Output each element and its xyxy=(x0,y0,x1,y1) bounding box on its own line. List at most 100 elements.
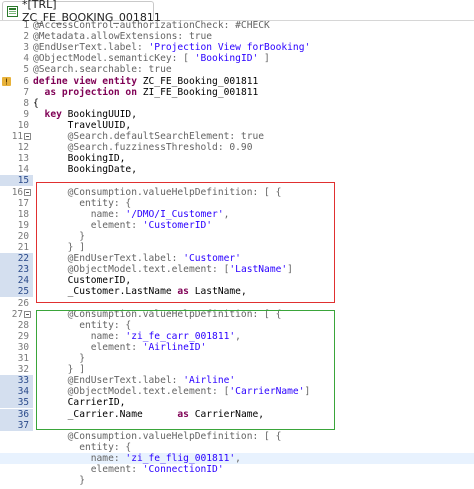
line-number: 36 xyxy=(17,408,29,420)
line-gutter: 26 xyxy=(0,298,33,309)
code-line[interactable]: @Consumption.valueHelpDefinition: [ { xyxy=(0,431,474,442)
code-text: entity: { xyxy=(33,442,131,453)
code-line[interactable]: 36 _Carrier.Name as CarrierName, xyxy=(0,408,474,420)
line-gutter: 30 xyxy=(0,342,33,353)
line-gutter: 7 xyxy=(0,87,33,98)
code-token: 'AirlineID' xyxy=(142,341,207,353)
code-line[interactable]: 33 @EndUserText.label: 'Airline' xyxy=(0,375,474,387)
code-line[interactable]: 18 name: '/DMO/I_Customer', xyxy=(0,209,474,220)
code-line[interactable]: 37 xyxy=(0,419,474,431)
line-gutter: 24 xyxy=(0,275,33,287)
line-gutter: 16 xyxy=(0,187,33,198)
code-line[interactable]: 1 @AccessControl.authorizationCheck: #CHE… xyxy=(0,20,474,31)
code-line[interactable]: 11 @Search.defaultSearchElement: true xyxy=(0,131,474,142)
code-line[interactable]: 10 TravelUUID, xyxy=(0,120,474,131)
code-line[interactable]: 13 BookingID, xyxy=(0,153,474,164)
code-line[interactable]: 22 @EndUserText.label: 'Customer' xyxy=(0,253,474,265)
code-token: CarrierID, xyxy=(33,397,126,409)
code-line[interactable]: 8{ xyxy=(0,98,474,109)
code-line[interactable]: name: 'zi_fe_flig_001811', xyxy=(0,452,474,464)
line-number: 8 xyxy=(23,97,29,109)
line-number: 24 xyxy=(17,275,29,287)
code-line[interactable]: 24 CustomerID, xyxy=(0,275,474,287)
line-gutter: 28 xyxy=(0,320,33,331)
line-gutter: 10 xyxy=(0,120,33,131)
code-text: name: 'zi_fe_carr_001811', xyxy=(33,331,241,342)
code-text: @ObjectModel.text.element: ['LastName'] xyxy=(33,264,293,275)
line-number: 5 xyxy=(23,64,29,76)
line-number: 3 xyxy=(23,42,29,54)
code-line[interactable]: 21 } ] xyxy=(0,242,474,253)
code-line[interactable]: 5 @Search.searchable: true xyxy=(0,64,474,75)
code-line[interactable]: 19 element: 'CustomerID' xyxy=(0,220,474,231)
code-line[interactable]: 14 BookingDate, xyxy=(0,164,474,175)
code-token: @Search.searchable: true xyxy=(33,64,172,76)
code-token: , xyxy=(235,452,241,464)
code-line[interactable]: 25 _Customer.LastName as LastName, xyxy=(0,286,474,298)
line-number: 9 xyxy=(23,108,29,120)
code-token: 'ConnectionID' xyxy=(142,464,224,475)
code-line[interactable]: 35 CarrierID, xyxy=(0,397,474,409)
fold-toggle-icon[interactable] xyxy=(24,310,31,318)
code-line[interactable]: } xyxy=(0,475,474,486)
code-text: BookingID, xyxy=(33,153,126,164)
code-token: element: xyxy=(33,219,143,231)
line-gutter: 13 xyxy=(0,153,33,164)
code-token: 'LastName' xyxy=(229,264,288,276)
code-line[interactable]: 15 xyxy=(0,175,474,187)
code-line[interactable]: 26 xyxy=(0,298,474,309)
code-text: entity: { xyxy=(33,320,131,331)
code-token: } xyxy=(33,230,85,242)
code-line[interactable]: 3 @EndUserText.label: 'Projection View fo… xyxy=(0,42,474,53)
code-text: BookingDate, xyxy=(33,164,137,175)
line-number: 20 xyxy=(17,230,29,242)
code-editor[interactable]: 1 @AccessControl.authorizationCheck: #CHE… xyxy=(0,20,474,489)
code-line[interactable]: 7 as projection on ZI_FE_Booking_001811 xyxy=(0,87,474,98)
line-number: 28 xyxy=(17,319,29,331)
code-text: { xyxy=(33,98,39,109)
fold-toggle-icon[interactable] xyxy=(24,188,31,196)
code-text: @Consumption.valueHelpDefinition: [ { xyxy=(33,309,282,320)
line-number: 34 xyxy=(17,386,29,398)
line-gutter: 19 xyxy=(0,220,33,231)
code-token: '/DMO/I_Customer' xyxy=(125,208,224,220)
code-line[interactable]: 31 } xyxy=(0,353,474,364)
code-token: @Search.fuzzinessThreshold: 0.90 xyxy=(33,142,253,154)
code-token: } xyxy=(33,353,85,364)
code-line[interactable]: 20 } xyxy=(0,231,474,242)
line-number: 7 xyxy=(23,86,29,98)
code-line[interactable]: 29 name: 'zi_fe_carr_001811', xyxy=(0,331,474,342)
code-token: entity: { xyxy=(33,441,132,453)
code-line[interactable]: 12 @Search.fuzzinessThreshold: 0.90 xyxy=(0,142,474,153)
code-line[interactable]: entity: { xyxy=(0,442,474,453)
code-token: key xyxy=(33,108,68,120)
code-line[interactable]: 30 element: 'AirlineID' xyxy=(0,342,474,353)
code-line[interactable]: 6 define view entity ZC_FE_Booking_001811 xyxy=(0,76,474,87)
code-line[interactable]: 17 entity: { xyxy=(0,198,474,209)
editor-tab[interactable]: *[TRL] ZC_FE_BOOKING_001811 xyxy=(2,0,161,24)
code-line[interactable]: 2 @Metadata.allowExtensions: true xyxy=(0,31,474,42)
line-number: 23 xyxy=(17,264,29,276)
code-line[interactable]: 16 @Consumption.valueHelpDefinition: [ { xyxy=(0,187,474,198)
code-token: ] xyxy=(304,386,311,398)
line-gutter xyxy=(0,431,33,442)
line-number: 35 xyxy=(17,397,29,409)
code-line[interactable]: 32 } ] xyxy=(0,364,474,375)
code-text: key BookingUUID, xyxy=(33,109,137,120)
code-line[interactable]: 28 entity: { xyxy=(0,320,474,331)
code-text: @EndUserText.label: 'Airline' xyxy=(33,375,236,386)
code-token: ZC_FE_Booking_001811 xyxy=(142,75,259,87)
code-token: } xyxy=(33,475,85,487)
code-line[interactable]: 34 @ObjectModel.text.element: ['CarrierN… xyxy=(0,386,474,398)
code-line[interactable]: 23 @ObjectModel.text.element: ['LastName… xyxy=(0,264,474,276)
warning-icon[interactable] xyxy=(2,76,11,86)
code-token: { xyxy=(33,97,39,109)
line-gutter: 22 xyxy=(0,253,33,265)
code-line[interactable]: 27 @Consumption.valueHelpDefinition: [ { xyxy=(0,309,474,320)
line-number: 4 xyxy=(23,53,29,65)
editor-tab-bar: *[TRL] ZC_FE_BOOKING_001811 xyxy=(0,0,474,24)
code-line[interactable]: 9 key BookingUUID, xyxy=(0,109,474,120)
fold-toggle-icon[interactable] xyxy=(24,133,31,140)
code-line[interactable]: element: 'ConnectionID' xyxy=(0,464,474,475)
code-line[interactable]: 4 @ObjectModel.semanticKey: [ 'BookingID'… xyxy=(0,53,474,64)
